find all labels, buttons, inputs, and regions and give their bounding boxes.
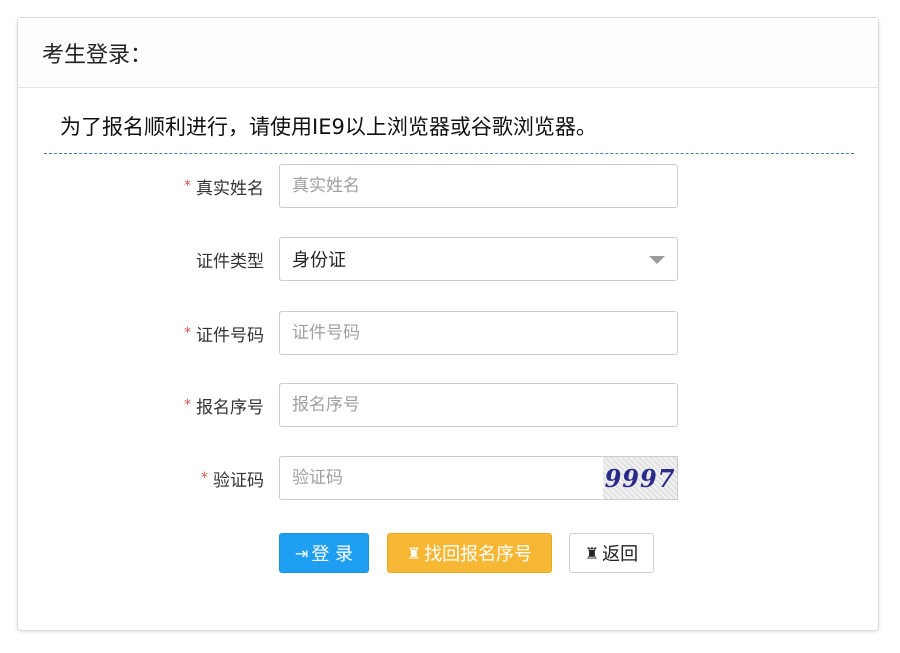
required-mark: * [184, 397, 191, 413]
id-type-selected: 身份证 [292, 250, 346, 271]
login-panel: 考生登录： 为了报名顺利进行，请使用IE9以上浏览器或谷歌浏览器。 * 真实姓名… [17, 17, 879, 631]
real-name-label: * 真实姓名 [184, 164, 264, 208]
captcha-input[interactable] [279, 456, 605, 500]
back-button[interactable]: ♜ 返回 [569, 533, 654, 573]
row-captcha: * 验证码 9997 [18, 456, 880, 500]
real-name-label-text: 真实姓名 [196, 178, 264, 199]
required-mark: * [184, 178, 191, 194]
login-button-label: 登 录 [311, 544, 354, 565]
sign-in-icon: ⇥ [294, 543, 309, 563]
id-type-select[interactable]: 身份证 [279, 237, 678, 281]
id-type-label: 证件类型 [196, 251, 264, 272]
real-name-input[interactable] [279, 164, 678, 208]
find-reg-number-button[interactable]: ♜ 找回报名序号 [387, 533, 552, 573]
reg-number-label-text: 报名序号 [196, 397, 264, 418]
required-mark: * [201, 470, 208, 486]
id-number-label: * 证件号码 [184, 311, 264, 355]
reg-number-label: * 报名序号 [184, 383, 264, 427]
find-button-label: 找回报名序号 [424, 544, 533, 565]
id-number-input[interactable] [279, 311, 678, 355]
captcha-label: * 验证码 [201, 456, 264, 500]
browser-notice: 为了报名顺利进行，请使用IE9以上浏览器或谷歌浏览器。 [44, 98, 854, 154]
captcha-image[interactable]: 9997 [603, 456, 678, 500]
row-id-type: 证件类型 身份证 [18, 237, 880, 281]
id-number-label-text: 证件号码 [196, 325, 264, 346]
binoculars-icon: ♜ [406, 543, 422, 563]
panel-header: 考生登录： [18, 18, 878, 88]
row-reg-number: * 报名序号 [18, 383, 880, 427]
binoculars-icon: ♜ [584, 543, 600, 563]
back-button-label: 返回 [602, 544, 639, 565]
panel-title: 考生登录： [42, 42, 153, 68]
row-real-name: * 真实姓名 [18, 164, 880, 208]
chevron-down-icon [649, 256, 665, 264]
required-mark: * [184, 325, 191, 341]
captcha-label-text: 验证码 [213, 470, 264, 491]
reg-number-input[interactable] [279, 383, 678, 427]
row-id-number: * 证件号码 [18, 311, 880, 355]
login-button[interactable]: ⇥ 登 录 [279, 533, 369, 573]
